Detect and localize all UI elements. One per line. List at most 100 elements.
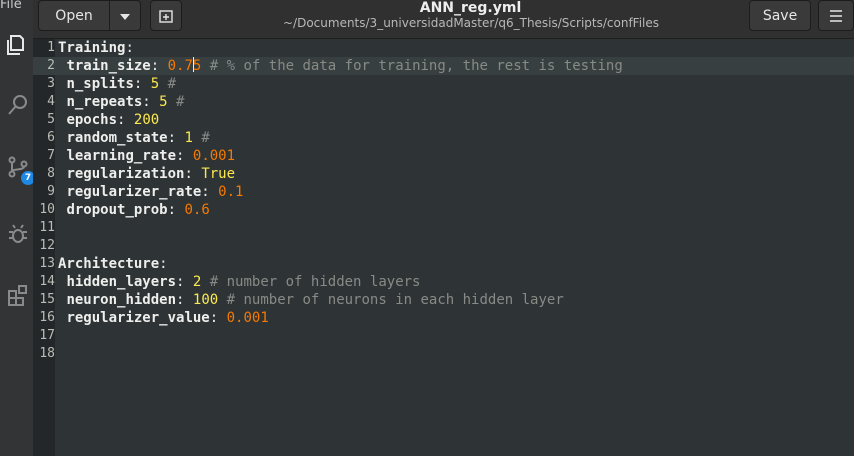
code-line[interactable]: 18 [33, 345, 854, 363]
activity-bar: File 7 [0, 0, 35, 456]
code-line[interactable]: 2 train_size: 0.75 # % of the data for t… [33, 57, 854, 75]
yaml-key: hidden_layers [66, 274, 177, 290]
code-line[interactable]: 6 random_state: 1 # [33, 129, 854, 147]
code-line[interactable]: 7 learning_rate: 0.001 [33, 147, 854, 165]
yaml-key: dropout_prob [66, 202, 168, 218]
code-line[interactable]: 12 [33, 237, 854, 255]
line-number: 4 [47, 94, 55, 109]
code-text: regularizer_value: 0.001 [66, 310, 269, 326]
code-line[interactable]: 17 [33, 327, 854, 345]
yaml-value: 0.1 [218, 184, 244, 200]
code-line[interactable]: 10 dropout_prob: 0.6 [33, 201, 854, 219]
yaml-comment: # number of neurons in each hidden layer [226, 292, 564, 308]
search-icon[interactable] [6, 93, 30, 117]
chevron-down-icon [120, 14, 130, 20]
hamburger-icon [830, 10, 842, 22]
yaml-comment: # [167, 76, 177, 92]
line-number: 6 [47, 130, 55, 145]
yaml-key: epochs [66, 112, 118, 128]
line-number: 14 [39, 274, 55, 289]
code-text: epochs: 200 [66, 112, 160, 128]
yaml-value: 2 [192, 274, 202, 290]
code-text: regularizer_rate: 0.1 [66, 184, 244, 200]
yaml-key: train_size [66, 58, 151, 74]
debug-icon[interactable] [6, 222, 30, 246]
yaml-comment: # % of the data for training, the rest i… [209, 58, 623, 74]
yaml-value: 200 [133, 112, 160, 128]
file-path: ~/Documents/3_universidadMaster/q6_Thesi… [283, 16, 660, 30]
yaml-comment: # [176, 94, 185, 110]
code-line[interactable]: 1 Training: [33, 39, 854, 57]
code-text: n_repeats: 5 # [66, 94, 185, 110]
line-number: 2 [47, 58, 55, 73]
yaml-key: random_state [66, 130, 168, 146]
menu-file[interactable]: File [0, 0, 22, 12]
yaml-value: 0.001 [226, 310, 269, 326]
code-text: Training: [58, 40, 134, 56]
files-icon[interactable] [6, 32, 30, 56]
yaml-key: Architecture [58, 256, 160, 272]
code-text: learning_rate: 0.001 [66, 148, 236, 164]
yaml-comment: # number of hidden layers [209, 274, 421, 290]
line-number: 13 [39, 256, 55, 271]
code-line[interactable]: 15 neuron_hidden: 100 # number of neuron… [33, 291, 854, 309]
code-line[interactable]: 16 regularizer_value: 0.001 [33, 309, 854, 327]
yaml-value: 100 [192, 292, 219, 308]
open-button[interactable]: Open [38, 0, 110, 31]
yaml-value: 0.001 [192, 148, 236, 164]
code-line[interactable]: 9 regularizer_rate: 0.1 [33, 183, 854, 201]
new-tab-button[interactable] [150, 0, 182, 31]
code-text: hidden_layers: 2 # number of hidden laye… [66, 274, 421, 290]
line-number: 17 [39, 328, 55, 343]
code-text: dropout_prob: 0.6 [66, 202, 210, 218]
code-text: random_state: 1 # [66, 130, 210, 146]
yaml-value: 5 [159, 94, 168, 110]
header-bar: Open ANN_reg.yml ~/Documents/3_universid… [33, 0, 854, 39]
code-line[interactable]: 14 hidden_layers: 2 # number of hidden l… [33, 273, 854, 291]
open-dropdown-button[interactable] [109, 0, 141, 31]
new-tab-icon [159, 10, 173, 23]
yaml-comment: # [201, 130, 210, 146]
line-number: 3 [47, 76, 55, 91]
extensions-icon[interactable] [6, 283, 30, 307]
code-line[interactable]: 8 regularization: True [33, 165, 854, 183]
line-number: 5 [47, 112, 55, 127]
line-number: 10 [39, 202, 55, 217]
yaml-key: neuron_hidden [66, 292, 177, 308]
code-editor[interactable]: 1 Training: 2 train_size: 0.75 # % of the … [33, 39, 854, 456]
yaml-key: Training [58, 40, 126, 56]
code-line[interactable]: 3 n_splits: 5 # [33, 75, 854, 93]
line-number: 11 [39, 220, 55, 235]
yaml-value: 0.75 [167, 57, 202, 74]
yaml-key: regularization [66, 166, 185, 182]
line-number: 1 [47, 40, 55, 55]
line-number: 8 [47, 166, 55, 181]
code-text: neuron_hidden: 100 # number of neurons i… [66, 292, 564, 308]
yaml-value: 0.6 [184, 202, 210, 218]
yaml-value: True [201, 166, 236, 182]
yaml-key: n_splits [66, 76, 134, 92]
yaml-value: 5 [150, 76, 160, 92]
window-title: ANN_reg.yml [419, 0, 522, 16]
save-button[interactable]: Save [749, 0, 811, 31]
code-line[interactable]: 11 [33, 219, 854, 237]
code-text: regularization: True [66, 166, 236, 182]
line-number: 15 [39, 292, 55, 307]
code-text: n_splits: 5 # [66, 76, 177, 92]
code-line[interactable]: 5 epochs: 200 [33, 111, 854, 129]
line-number: 9 [47, 184, 55, 199]
code-line[interactable]: 4 n_repeats: 5 # [33, 93, 854, 111]
line-number: 16 [39, 310, 55, 325]
line-number: 7 [47, 148, 55, 163]
yaml-value: 1 [184, 130, 193, 146]
code-text: train_size: 0.75 # % of the data for tra… [66, 57, 623, 74]
line-number: 18 [39, 346, 55, 361]
yaml-key: regularizer_rate [66, 184, 202, 200]
code-text: Architecture: [58, 256, 168, 272]
menu-button[interactable] [818, 0, 854, 31]
code-line[interactable]: 13 Architecture: [33, 255, 854, 273]
line-number: 12 [39, 238, 55, 253]
yaml-key: n_repeats [66, 94, 143, 110]
yaml-key: regularizer_value [66, 310, 210, 326]
yaml-key: learning_rate [66, 148, 177, 164]
